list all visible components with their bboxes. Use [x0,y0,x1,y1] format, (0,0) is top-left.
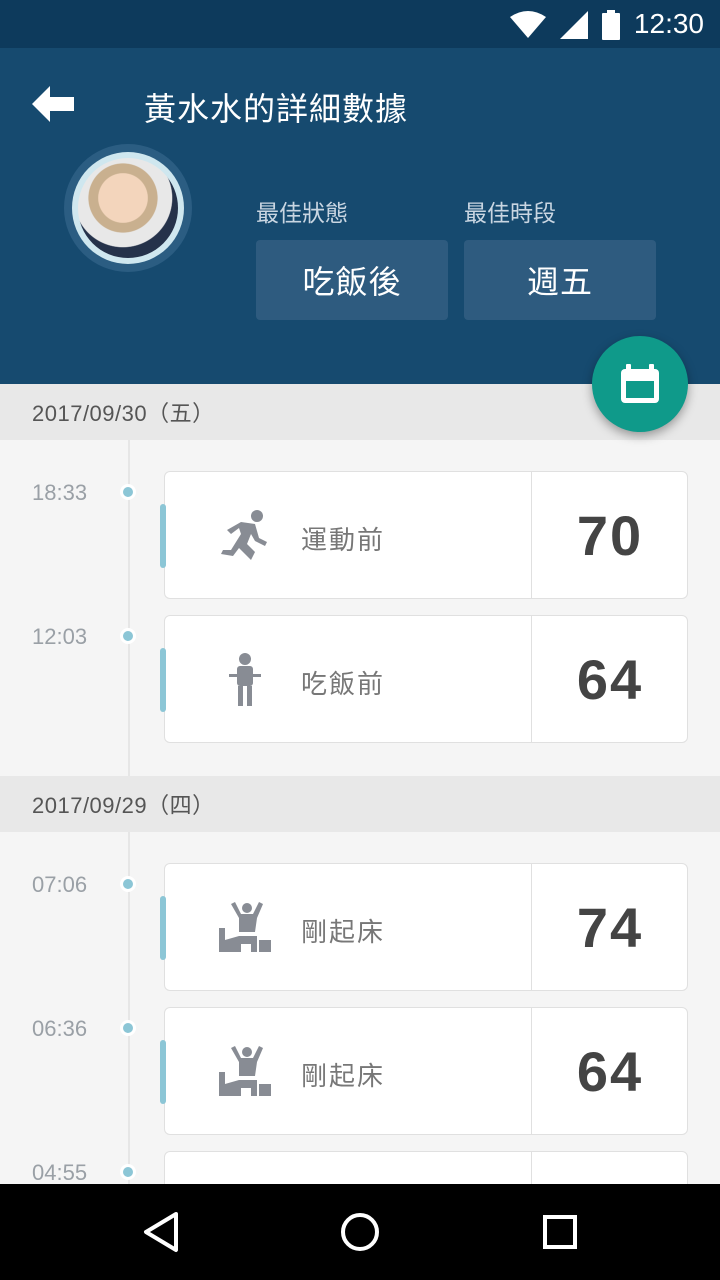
timeline-dot [120,1164,136,1180]
page-title: 黃水水的詳細數據 [144,90,409,128]
home-circle-icon[interactable] [336,1208,384,1256]
entry-time: 06:36 [32,1016,88,1041]
back-button[interactable] [30,84,82,124]
status-time: 12:30 [633,8,704,39]
avatar-photo [78,158,178,258]
card-accent [160,648,166,712]
entry-time: 18:33 [32,480,88,505]
eating-person-icon [229,653,261,706]
date-header: 2017/09/29（四） [0,776,720,832]
record-card[interactable]: 剛起床 74 [160,863,688,991]
battery-icon [602,10,620,40]
arrow-left-icon [32,86,74,122]
best-period-label: 最佳時段 [464,201,556,227]
card-label: 剛起床 [301,1062,386,1092]
entry-time: 12:03 [32,624,88,649]
timeline-dot [120,484,136,500]
card-value: 70 [576,503,644,567]
card-value: 64 [576,1039,644,1103]
card-value: 74 [576,895,644,959]
wifi-icon [510,11,546,38]
entry-time: 04:55 [32,1160,88,1185]
avatar [64,144,192,272]
card-label: 運動前 [301,526,386,556]
card-label: 吃飯前 [301,670,386,700]
waking-up-icon [219,902,271,952]
cell-signal-icon [560,11,588,39]
recents-square-icon[interactable] [536,1208,584,1256]
best-state-value: 吃飯後 [256,240,448,320]
waking-up-icon [219,1046,271,1096]
status-icons [510,10,620,40]
timeline-dot [120,1020,136,1036]
card-label: 剛起床 [301,918,386,948]
card-accent [160,1040,166,1104]
system-nav-bar [0,1184,720,1280]
record-card[interactable]: 剛起床 64 [160,1007,688,1135]
card-accent [160,896,166,960]
status-bar: 12:30 [0,0,720,48]
timeline-dot [120,628,136,644]
card-value: 64 [576,647,644,711]
back-triangle-icon[interactable] [138,1208,186,1256]
calendar-icon [621,364,659,403]
timeline-dot [120,876,136,892]
record-card[interactable]: 運動前 70 [160,471,688,599]
best-state-label: 最佳狀態 [256,201,348,227]
best-period-value: 週五 [464,240,656,320]
card-accent [160,504,166,568]
entry-time: 07:06 [32,872,88,897]
calendar-button[interactable] [592,336,688,432]
running-icon [221,510,267,560]
record-card[interactable]: 吃飯前 64 [160,615,688,743]
